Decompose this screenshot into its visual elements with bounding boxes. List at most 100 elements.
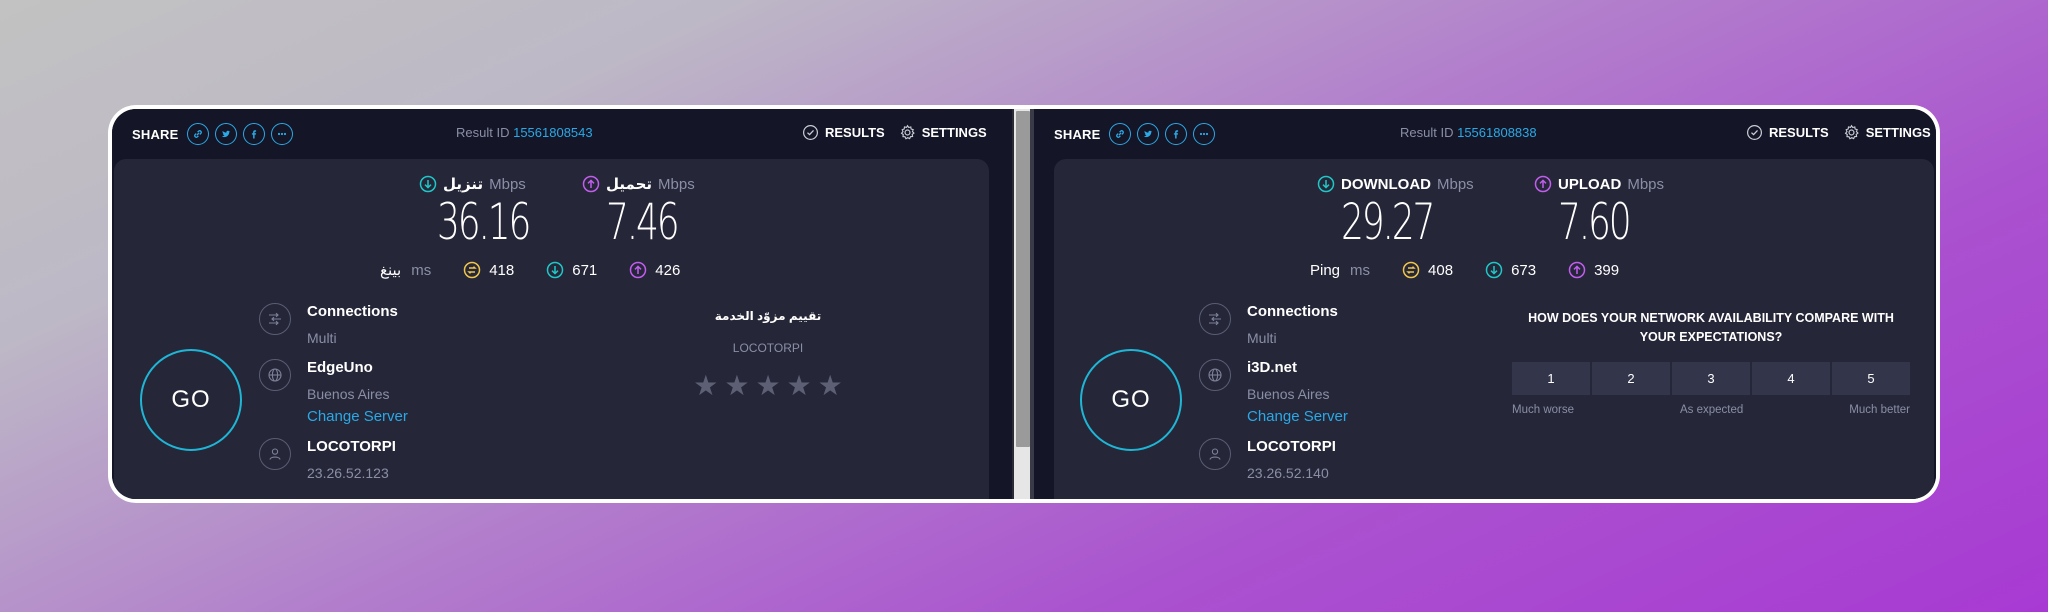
settings-label: SETTINGS (1865, 125, 1931, 140)
arrow-down-circle-icon (1485, 261, 1503, 279)
go-button[interactable]: GO (140, 349, 242, 451)
twitter-icon[interactable] (214, 123, 237, 145)
go-button[interactable]: GO (1080, 349, 1182, 451)
scale-labels: Much worse As expected Much better (1512, 404, 1910, 416)
ip-address: 23.26.52.123 (307, 465, 389, 481)
ping-idle: 408 (1402, 261, 1453, 279)
download-label: DOWNLOAD (1341, 175, 1431, 193)
server-text: EdgeUno Buenos Aires Change Server (307, 358, 408, 427)
download-speed: 29.27 (1341, 193, 1435, 251)
upload-label: UPLOAD (1558, 175, 1622, 193)
share-group: SHARE (1054, 123, 1215, 145)
arrow-up-circle-icon (582, 175, 600, 193)
change-server-link[interactable]: Change Server (1247, 407, 1348, 427)
download-label: تنزيل (443, 176, 484, 193)
star-3[interactable]: ★ (755, 372, 780, 400)
star-1[interactable]: ★ (693, 372, 718, 400)
star-rating: ★ ★ ★ ★ ★ (668, 372, 868, 400)
star-2[interactable]: ★ (724, 372, 749, 400)
arrow-down-circle-icon (419, 175, 437, 193)
arrow-up-circle-icon (1568, 261, 1586, 279)
upload-unit: Mbps (1627, 175, 1665, 193)
facebook-icon[interactable] (242, 123, 265, 145)
top-bar: SHARE Result ID 15561808543 RESULTS SETT… (112, 109, 1012, 155)
download-header: DOWNLOAD Mbps (1317, 175, 1474, 193)
gear-icon (1844, 124, 1859, 140)
ping-row: بينغ ms 418 671 426 (380, 261, 681, 280)
result-card: DOWNLOAD Mbps 29.27 UPLOAD Mbps 7.60 Pin… (1054, 159, 1934, 499)
rating-title: تقييم مزوّد الخدمة (714, 309, 822, 323)
scale-low-label: Much worse (1512, 404, 1574, 416)
scale-option-4[interactable]: 4 (1752, 362, 1830, 395)
user-icon (259, 438, 291, 470)
more-icon[interactable] (1192, 123, 1215, 145)
pane-divider (1012, 109, 1034, 499)
connections-title: Connections (1247, 303, 1338, 320)
server-name: i3D.net (1247, 359, 1298, 376)
twitter-icon[interactable] (1136, 123, 1159, 145)
download-block: DOWNLOAD Mbps 29.27 (1317, 175, 1474, 249)
download-block: تنزيل Mbps 36.16 (419, 175, 565, 249)
upload-speed: 7.60 (1558, 193, 1632, 251)
settings-button[interactable]: SETTINGS (899, 124, 987, 141)
isp-text: LOCOTORPI 23.26.52.123 (307, 437, 396, 483)
server-location: Buenos Aires (307, 386, 390, 402)
scale-mid-label: As expected (1679, 404, 1744, 416)
ping-download-value: 673 (1511, 261, 1537, 279)
ip-address: 23.26.52.140 (1247, 465, 1329, 481)
download-unit: Mbps (1437, 175, 1474, 193)
result-id-link[interactable]: 15561808543 (513, 125, 593, 140)
ping-upload-value: 426 (655, 261, 681, 279)
results-label: RESULTS (1769, 125, 1829, 140)
speedtest-pane-left: SHARE Result ID 15561808543 RESULTS SETT… (112, 109, 1012, 499)
survey-scale: 1 2 3 4 5 (1512, 362, 1910, 395)
ping-download-value: 671 (572, 261, 598, 279)
network-survey: HOW DOES YOUR NETWORK AVAILABILITY COMPA… (1512, 309, 1910, 416)
server-location: Buenos Aires (1247, 386, 1330, 402)
link-icon[interactable] (1108, 123, 1131, 145)
jitter-icon (463, 261, 481, 279)
more-icon[interactable] (270, 123, 293, 145)
connections-icon (1199, 303, 1231, 335)
results-button[interactable]: RESULTS (802, 124, 885, 141)
result-id-label: Result ID (456, 125, 510, 140)
result-card: تنزيل Mbps 36.16 تحميل Mbps 7.46 بينغ ms (114, 159, 989, 499)
ping-idle-value: 418 (489, 261, 515, 279)
nav-right: RESULTS SETTINGS (1746, 124, 1931, 141)
provider-rating: تقييم مزوّد الخدمة LOCOTORPI ★ ★ ★ ★ ★ (668, 309, 868, 400)
star-4[interactable]: ★ (787, 372, 812, 400)
globe-icon (259, 359, 291, 391)
ping-row: Ping ms 408 673 399 (1310, 261, 1619, 279)
scrollbar-thumb[interactable] (1016, 111, 1030, 447)
ping-idle: 418 (463, 261, 514, 279)
upload-block: UPLOAD Mbps 7.60 (1534, 175, 1664, 249)
scale-option-2[interactable]: 2 (1592, 362, 1670, 395)
survey-question: HOW DOES YOUR NETWORK AVAILABILITY COMPA… (1528, 311, 1894, 344)
result-id: Result ID 15561808543 (456, 125, 593, 140)
server-name: EdgeUno (307, 359, 373, 376)
facebook-icon[interactable] (1164, 123, 1187, 145)
connections-value: Multi (1247, 330, 1277, 346)
ping-upload: 399 (1568, 261, 1619, 279)
upload-block: تحميل Mbps 7.46 (582, 175, 705, 249)
result-id-label: Result ID (1400, 125, 1454, 140)
ping-idle-value: 408 (1428, 261, 1454, 279)
connections-title: Connections (307, 303, 398, 320)
scale-option-5[interactable]: 5 (1832, 362, 1910, 395)
jitter-icon (1402, 261, 1420, 279)
scale-option-1[interactable]: 1 (1512, 362, 1590, 395)
check-circle-icon (802, 124, 819, 141)
results-button[interactable]: RESULTS (1746, 124, 1829, 141)
settings-button[interactable]: SETTINGS (1843, 124, 1931, 141)
browser-viewport: SHARE Result ID 15561808543 RESULTS SETT… (112, 109, 1936, 499)
star-5[interactable]: ★ (818, 372, 843, 400)
result-id-link[interactable]: 15561808838 (1457, 125, 1537, 140)
download-unit: Mbps (489, 175, 526, 193)
link-icon[interactable] (186, 123, 209, 145)
ping-label: Ping (1310, 261, 1341, 279)
change-server-link[interactable]: Change Server (307, 407, 408, 427)
scale-option-3[interactable]: 3 (1672, 362, 1750, 395)
isp-name: LOCOTORPI (307, 438, 396, 455)
connections-text: Connections Multi (307, 302, 398, 348)
arrow-up-circle-icon (1534, 175, 1552, 193)
